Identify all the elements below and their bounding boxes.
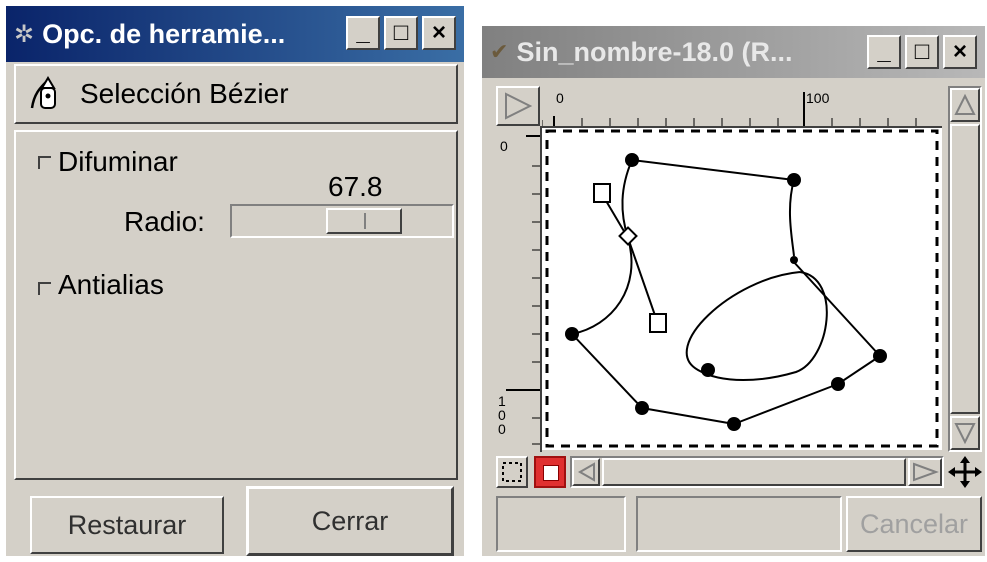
- image-canvas[interactable]: [542, 128, 942, 450]
- scroll-up-button[interactable]: [950, 88, 980, 122]
- vertical-scrollbar[interactable]: [948, 86, 982, 452]
- radius-label: Radio:: [124, 206, 205, 237]
- maximize-icon: □: [914, 38, 930, 65]
- tool-header: Selección Bézier: [14, 64, 458, 124]
- image-menu-button[interactable]: [496, 86, 540, 126]
- status-message-field: [636, 496, 842, 552]
- maximize-button[interactable]: □: [905, 35, 939, 69]
- arrow-right-icon: [913, 462, 939, 482]
- scroll-right-button[interactable]: [908, 458, 942, 486]
- quickmask-button[interactable]: [534, 456, 566, 488]
- minimize-icon: _: [356, 19, 370, 46]
- cancel-button[interactable]: Cancelar: [846, 496, 982, 552]
- close-button[interactable]: ×: [422, 16, 456, 50]
- close-icon: ×: [431, 19, 446, 46]
- control-handles[interactable]: [593, 183, 667, 333]
- feather-checkbox[interactable]: [38, 156, 51, 169]
- feather-label: Difuminar: [58, 146, 178, 177]
- ruler-top-0: 0: [556, 90, 564, 106]
- wilber-icon: ✔: [490, 39, 509, 64]
- maximize-icon: □: [393, 19, 409, 46]
- arrow-down-icon: [954, 423, 976, 445]
- antialias-checkbox[interactable]: [38, 282, 51, 295]
- horizontal-scroll-thumb[interactable]: [602, 458, 906, 486]
- image-window-titlebar[interactable]: ✔ Sin_nombre-18.0 (R... _ □ ×: [482, 26, 985, 78]
- tool-options-window: ✲ Opc. de herramie... _ □ × Selección Bé…: [6, 6, 464, 556]
- arrow-left-icon: [577, 462, 595, 482]
- vertical-ruler[interactable]: 0 100: [496, 126, 542, 452]
- radius-value: 67.8: [328, 171, 383, 202]
- anchor-points[interactable]: [565, 153, 887, 431]
- scroll-left-button[interactable]: [572, 458, 600, 486]
- selection-toggle-button[interactable]: [496, 456, 528, 488]
- dashed-selection-icon: [502, 462, 522, 482]
- close-icon: ×: [952, 38, 967, 65]
- horizontal-scrollbar[interactable]: [570, 456, 944, 488]
- close-button[interactable]: ×: [943, 35, 977, 69]
- minimize-button[interactable]: _: [867, 35, 901, 69]
- gimp-app-icon: ✲: [14, 20, 35, 48]
- cancel-button-label: Cancelar: [859, 508, 969, 539]
- move-arrows-icon: [948, 456, 982, 488]
- radius-slider-thumb[interactable]: [326, 208, 402, 234]
- maximize-button[interactable]: □: [384, 16, 418, 50]
- tool-options-title: Opc. de herramie...: [42, 18, 286, 49]
- vertical-scroll-thumb[interactable]: [950, 124, 980, 414]
- close-dialog-button[interactable]: Cerrar: [246, 486, 454, 556]
- ruler-left-0: 0: [500, 138, 508, 154]
- reset-button-label: Restaurar: [67, 509, 187, 540]
- tool-name: Selección Bézier: [80, 78, 289, 109]
- menu-arrow-icon: [505, 92, 533, 120]
- quickmask-icon: [543, 465, 559, 481]
- bezier-tool-icon: [26, 74, 64, 114]
- pointer-coords-field: [496, 496, 626, 552]
- horizontal-ruler[interactable]: 0 100: [541, 86, 942, 128]
- image-window-title: Sin_nombre-18.0 (R...: [516, 36, 793, 67]
- ruler-top-100: 100: [806, 90, 830, 106]
- arrow-up-icon: [954, 93, 976, 115]
- tool-options-titlebar[interactable]: ✲ Opc. de herramie... _ □ ×: [6, 6, 464, 62]
- minimize-button[interactable]: _: [346, 16, 380, 50]
- image-window: ✔ Sin_nombre-18.0 (R... _ □ × 0 100 0 10…: [482, 26, 985, 556]
- scroll-down-button[interactable]: [950, 416, 980, 450]
- ruler-left-100: 100: [498, 393, 506, 437]
- minimize-icon: _: [877, 38, 891, 65]
- antialias-label: Antialias: [58, 269, 164, 300]
- radius-slider[interactable]: [230, 204, 454, 238]
- close-button-label: Cerrar: [311, 505, 389, 536]
- options-panel: [14, 130, 458, 480]
- reset-button[interactable]: Restaurar: [30, 496, 224, 554]
- navigate-button[interactable]: [948, 456, 982, 488]
